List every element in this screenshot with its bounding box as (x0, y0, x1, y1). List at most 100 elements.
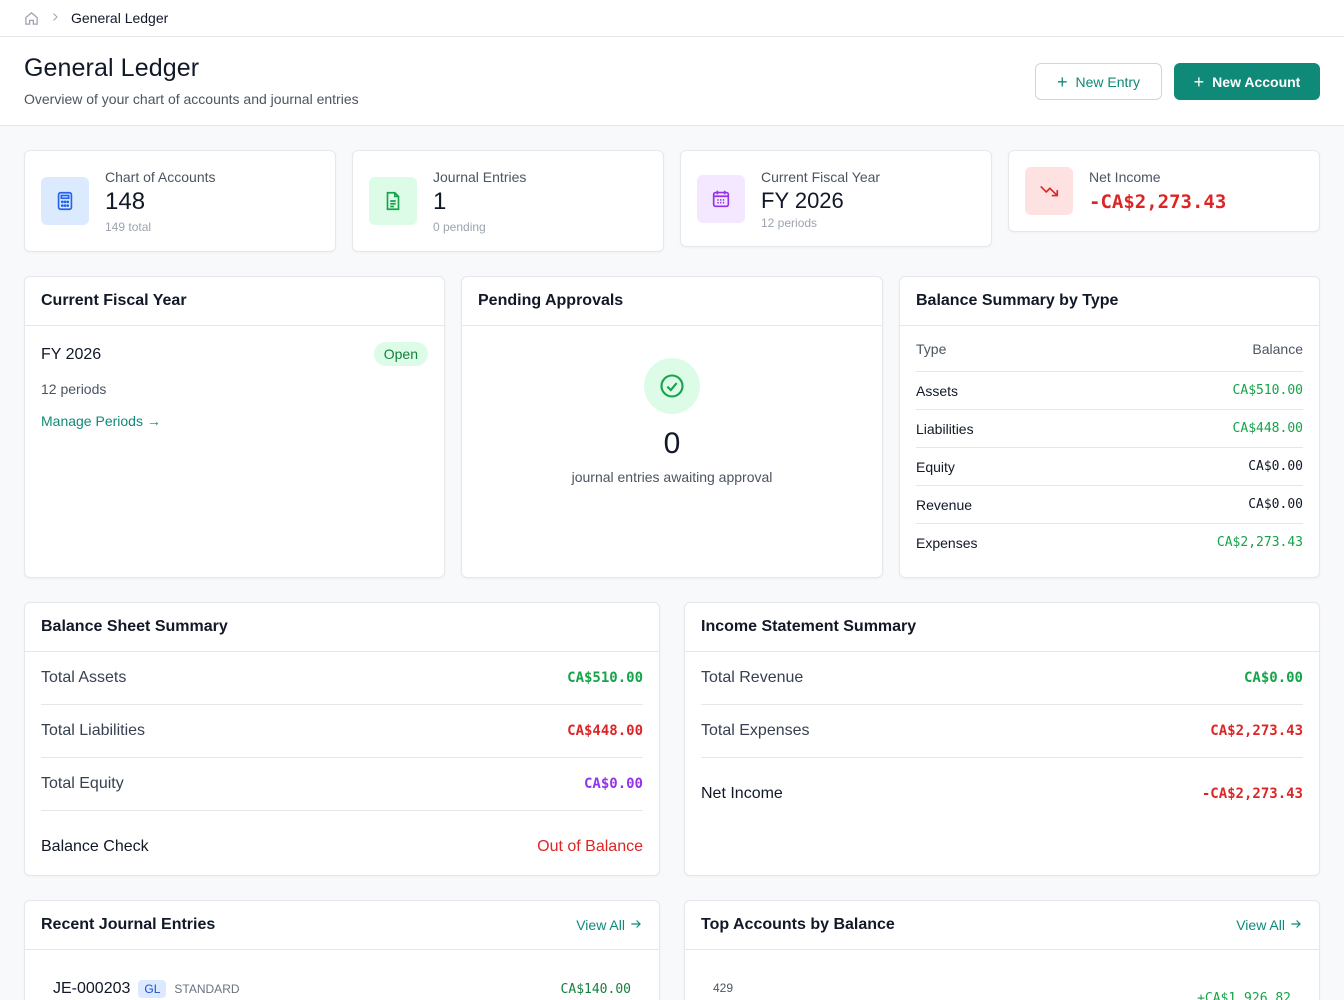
summary-value: CA$448.00 (567, 723, 643, 739)
fiscal-year-name: FY 2026 (41, 346, 102, 363)
balance-check-status: Out of Balance (537, 838, 643, 855)
table-header: Type Balance (900, 326, 1319, 371)
card-header: Balance Summary by Type (900, 277, 1319, 326)
card-header: Top Accounts by Balance View All (685, 901, 1319, 950)
card-header: Balance Sheet Summary (25, 603, 659, 652)
breadcrumb: General Ledger (0, 0, 1344, 37)
journal-entry-tag: GL (138, 980, 167, 998)
account-code: 429 (713, 981, 734, 995)
summary-row: Total Equity CA$0.00 (41, 758, 643, 811)
document-icon (369, 177, 417, 225)
row-type: Assets (916, 382, 959, 399)
page-subtitle: Overview of your chart of accounts and j… (24, 91, 359, 107)
card-title: Balance Summary by Type (916, 292, 1119, 309)
trending-down-icon (1025, 167, 1073, 215)
row-balance: CA$448.00 (1232, 421, 1303, 436)
journal-entry-type: STANDARD (174, 982, 240, 996)
row-type: Liabilities (916, 420, 974, 437)
chevron-right-icon (49, 10, 61, 26)
summary-value: CA$0.00 (583, 776, 643, 792)
summary-row: Total Expenses CA$2,273.43 (701, 705, 1303, 758)
card-title: Balance Sheet Summary (41, 618, 228, 635)
summary-value: CA$510.00 (567, 670, 643, 686)
stat-value: 1 (433, 188, 447, 215)
pending-text: journal entries awaiting approval (571, 469, 773, 485)
journal-entry-row[interactable]: JE-000203 GL STANDARD CA$140.00 (53, 980, 631, 998)
plus-icon: + (1056, 71, 1068, 92)
check-circle-icon (644, 358, 700, 414)
new-entry-label: New Entry (1075, 73, 1141, 90)
stat-fiscal-year: Current Fiscal Year FY 2026 12 periods (680, 150, 992, 247)
card-title: Recent Journal Entries (41, 916, 216, 933)
stat-label: Chart of Accounts (105, 169, 216, 185)
arrow-right-icon (1289, 917, 1303, 934)
recent-journal-entries-card: Recent Journal Entries View All JE-00020… (24, 900, 660, 1000)
summary-label: Total Liabilities (41, 722, 146, 739)
fiscal-year-card: Current Fiscal Year FY 2026 Open 12 peri… (24, 276, 445, 578)
net-income-value: -CA$2,273.43 (1201, 786, 1303, 802)
column-type: Type (916, 340, 947, 357)
table-row: Equity CA$0.00 (916, 447, 1303, 485)
new-entry-button[interactable]: + New Entry (1035, 63, 1162, 100)
calendar-icon (697, 175, 745, 223)
summary-value: CA$2,273.43 (1210, 723, 1303, 739)
stat-chart-of-accounts: Chart of Accounts 148 149 total (24, 150, 336, 252)
summary-label: Total Revenue (701, 669, 804, 686)
balance-check-row: Balance Check Out of Balance (41, 811, 643, 875)
card-header: Recent Journal Entries View All (25, 901, 659, 950)
row-balance: CA$0.00 (1248, 497, 1303, 512)
plus-icon: + (1193, 71, 1205, 92)
view-all-label: View All (576, 917, 625, 933)
page-title: General Ledger (24, 54, 200, 82)
stat-value: -CA$2,273.43 (1089, 191, 1227, 213)
row-balance: CA$0.00 (1248, 459, 1303, 474)
arrow-right-icon (629, 917, 643, 934)
summary-label: Total Assets (41, 669, 127, 686)
table-row: Revenue CA$0.00 (916, 485, 1303, 523)
income-statement-card: Income Statement Summary Total Revenue C… (684, 602, 1320, 876)
journal-entry-id: JE-000203 (53, 980, 131, 997)
row-type: Equity (916, 458, 955, 475)
net-income-label: Net Income (701, 785, 783, 802)
pending-count: 0 (663, 427, 681, 460)
row-type: Expenses (916, 534, 978, 551)
manage-periods-link[interactable]: Manage Periods → (41, 413, 161, 429)
table-row: Assets CA$510.00 (916, 371, 1303, 409)
journal-entry-amount: CA$140.00 (560, 981, 631, 997)
table-row: Expenses CA$2,273.43 (916, 523, 1303, 561)
stat-label: Net Income (1089, 169, 1161, 185)
card-header: Pending Approvals (462, 277, 882, 326)
card-header: Income Statement Summary (685, 603, 1319, 652)
stat-value: FY 2026 (761, 188, 844, 213)
card-title: Income Statement Summary (701, 618, 917, 635)
stat-label: Current Fiscal Year (761, 169, 881, 185)
view-all-link[interactable]: View All (1236, 917, 1303, 934)
balance-sheet-card: Balance Sheet Summary Total Assets CA$51… (24, 602, 660, 876)
row-type: Revenue (916, 496, 973, 513)
stat-meta: 12 periods (761, 216, 818, 230)
view-all-label: View All (1236, 917, 1285, 933)
balance-check-label: Balance Check (41, 838, 149, 855)
balance-by-type-card: Balance Summary by Type Type Balance Ass… (899, 276, 1320, 578)
summary-row: Total Liabilities CA$448.00 (41, 705, 643, 758)
view-all-link[interactable]: View All (576, 917, 643, 934)
card-title: Current Fiscal Year (41, 292, 187, 309)
new-account-button[interactable]: + New Account (1174, 63, 1320, 100)
row-balance: CA$2,273.43 (1216, 535, 1303, 550)
pending-approvals-card: Pending Approvals 0 journal entries awai… (461, 276, 883, 578)
stat-meta: 149 total (105, 220, 152, 234)
breadcrumb-current: General Ledger (71, 10, 169, 26)
summary-row: Total Revenue CA$0.00 (701, 652, 1303, 705)
row-balance: CA$510.00 (1232, 383, 1303, 398)
card-title: Top Accounts by Balance (701, 916, 895, 933)
new-account-label: New Account (1212, 73, 1301, 90)
summary-value: CA$0.00 (1243, 670, 1303, 686)
page-header: General Ledger Overview of your chart of… (0, 37, 1344, 126)
summary-label: Total Equity (41, 775, 124, 792)
summary-row: Total Assets CA$510.00 (41, 652, 643, 705)
stat-journal-entries: Journal Entries 1 0 pending (352, 150, 664, 252)
fiscal-year-periods: 12 periods (41, 381, 107, 397)
home-icon[interactable] (24, 11, 39, 26)
card-header: Current Fiscal Year (25, 277, 444, 326)
calculator-icon (41, 177, 89, 225)
